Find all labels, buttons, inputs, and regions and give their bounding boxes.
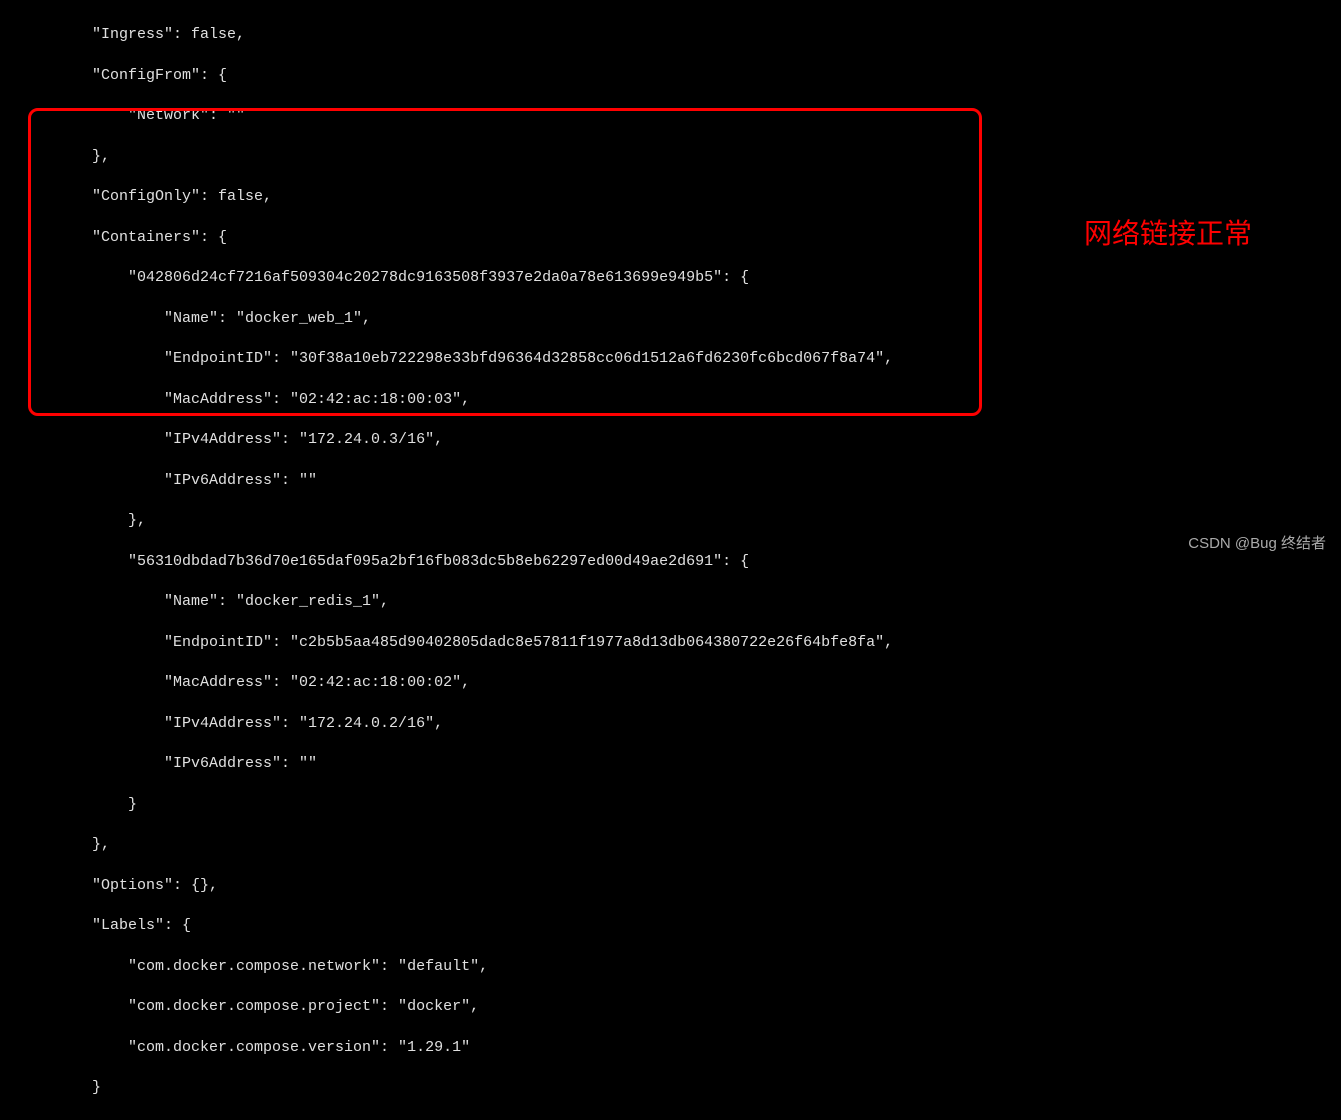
json-line: "EndpointID": "c2b5b5aa485d90402805dadc8… (0, 633, 1341, 653)
json-line: } (0, 1119, 1341, 1120)
json-line: "com.docker.compose.project": "docker", (0, 997, 1341, 1017)
json-line: "IPv6Address": "" (0, 754, 1341, 774)
json-line: "MacAddress": "02:42:ac:18:00:02", (0, 673, 1341, 693)
json-line: "Ingress": false, (0, 25, 1341, 45)
json-line: }, (0, 511, 1341, 531)
json-line: "ConfigOnly": false, (0, 187, 1341, 207)
json-line: "Name": "docker_redis_1", (0, 592, 1341, 612)
json-line: "IPv4Address": "172.24.0.2/16", (0, 714, 1341, 734)
json-line: "042806d24cf7216af509304c20278dc9163508f… (0, 268, 1341, 288)
json-line: "com.docker.compose.version": "1.29.1" (0, 1038, 1341, 1058)
json-line: "EndpointID": "30f38a10eb722298e33bfd963… (0, 349, 1341, 369)
json-line: "IPv4Address": "172.24.0.3/16", (0, 430, 1341, 450)
json-line: "Name": "docker_web_1", (0, 309, 1341, 329)
json-line: "IPv6Address": "" (0, 471, 1341, 491)
json-line: "56310dbdad7b36d70e165daf095a2bf16fb083d… (0, 552, 1341, 572)
json-line: "ConfigFrom": { (0, 66, 1341, 86)
json-line: "Options": {}, (0, 876, 1341, 896)
json-line: } (0, 795, 1341, 815)
json-line: }, (0, 147, 1341, 167)
annotation-label: 网络链接正常 (1084, 215, 1252, 253)
watermark: CSDN @Bug 终结者 (1188, 534, 1326, 554)
json-line: "com.docker.compose.network": "default", (0, 957, 1341, 977)
json-line: }, (0, 835, 1341, 855)
json-line: "Network": "" (0, 106, 1341, 126)
terminal-output: "Ingress": false, "ConfigFrom": { "Netwo… (0, 0, 1341, 1120)
json-line: "Labels": { (0, 916, 1341, 936)
json-line: } (0, 1078, 1341, 1098)
json-line: "MacAddress": "02:42:ac:18:00:03", (0, 390, 1341, 410)
